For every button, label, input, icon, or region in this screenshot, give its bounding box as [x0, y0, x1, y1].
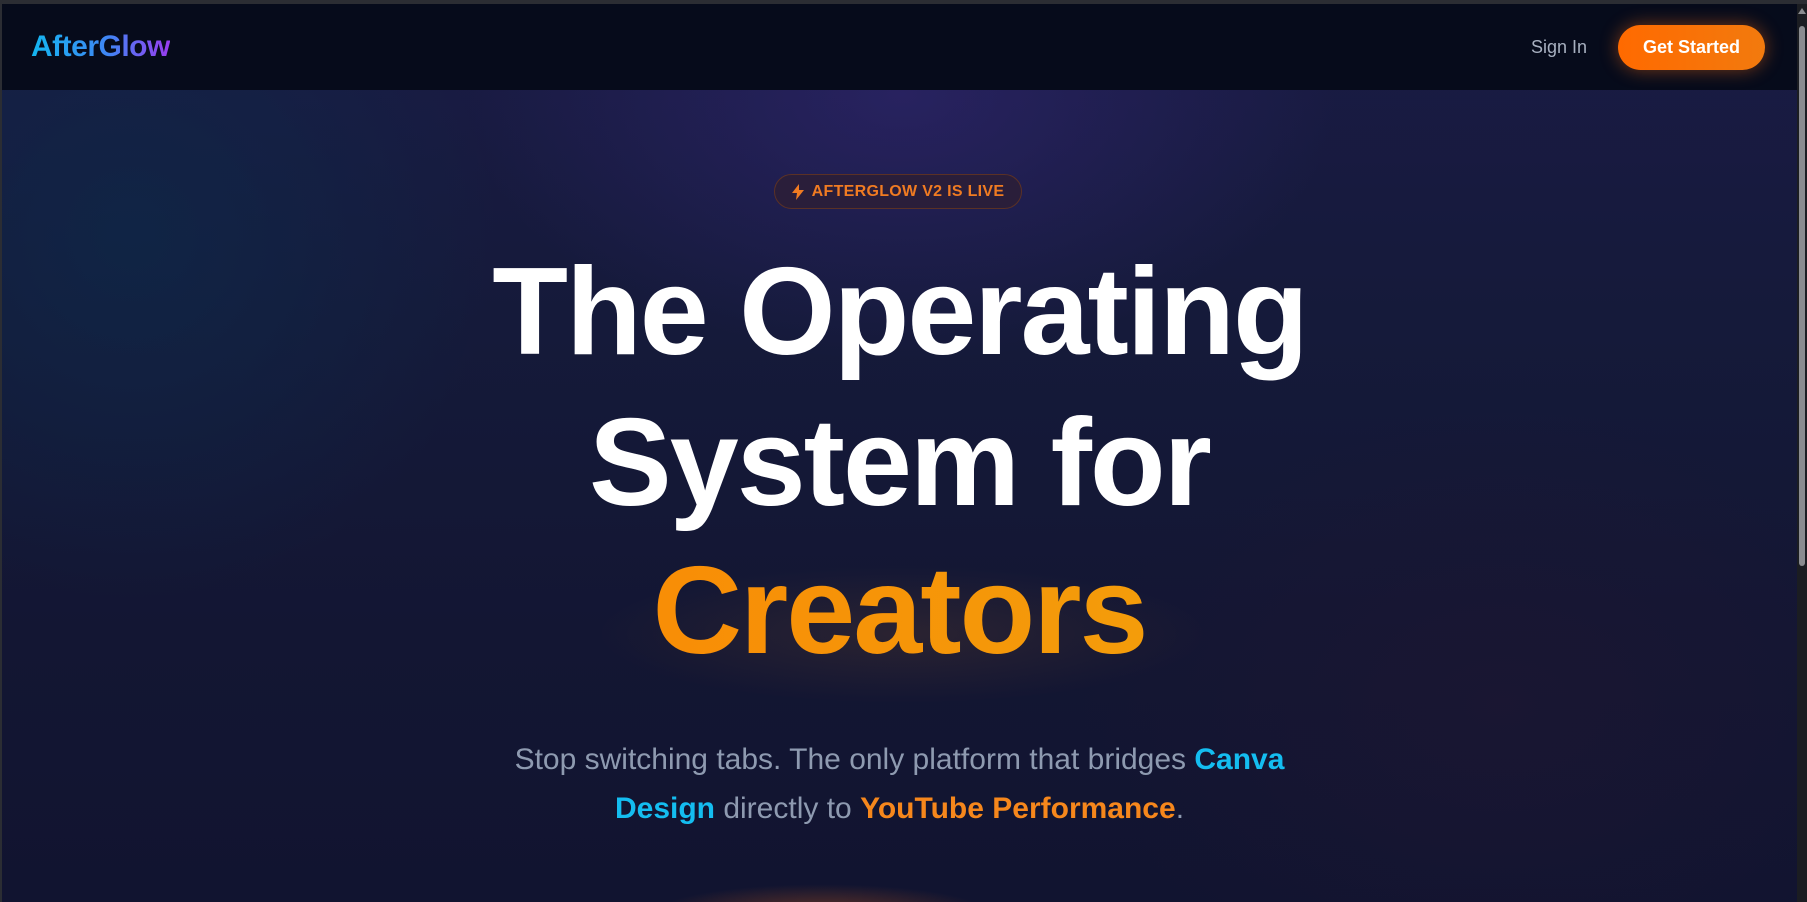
- sign-in-link[interactable]: Sign In: [1531, 37, 1587, 58]
- top-navbar: AfterGlow Sign In Get Started: [2, 4, 1797, 90]
- subtitle-highlight-design: Design: [614, 792, 715, 825]
- subtitle-line-1: Stop switching tabs. The only platform t…: [442, 745, 1357, 775]
- release-badge-label: AFTERGLOW V2 IS LIVE: [811, 182, 1005, 200]
- get-started-button[interactable]: Get Started: [1618, 25, 1765, 70]
- release-badge: AFTERGLOW V2 IS LIVE: [774, 174, 1022, 209]
- subtitle-text-2: directly to: [715, 792, 861, 825]
- lightning-bolt-icon: [791, 183, 804, 200]
- subtitle-line-2: Design directly to YouTube Performance.: [442, 794, 1357, 824]
- subtitle-highlight-canva: Canva: [1194, 743, 1285, 776]
- primary-action-glow[interactable]: [652, 884, 992, 902]
- scroll-up-arrow-icon[interactable]: [1798, 8, 1806, 14]
- vertical-scrollbar[interactable]: [1797, 4, 1807, 902]
- headline-line-1: The Operating: [492, 243, 1309, 381]
- subtitle-text-3: .: [1175, 792, 1185, 825]
- browser-viewport: AfterGlow Sign In Get Started AFTERGLOW …: [2, 4, 1797, 902]
- headline-line-3: Creators: [2, 549, 1797, 673]
- headline-line-2: System for: [589, 394, 1212, 532]
- subtitle-highlight-youtube: YouTube Performance: [860, 792, 1176, 825]
- subtitle-text-1: Stop switching tabs. The only platform t…: [514, 743, 1195, 776]
- scrollbar-thumb[interactable]: [1799, 26, 1805, 566]
- brand-logo[interactable]: AfterGlow: [31, 30, 170, 64]
